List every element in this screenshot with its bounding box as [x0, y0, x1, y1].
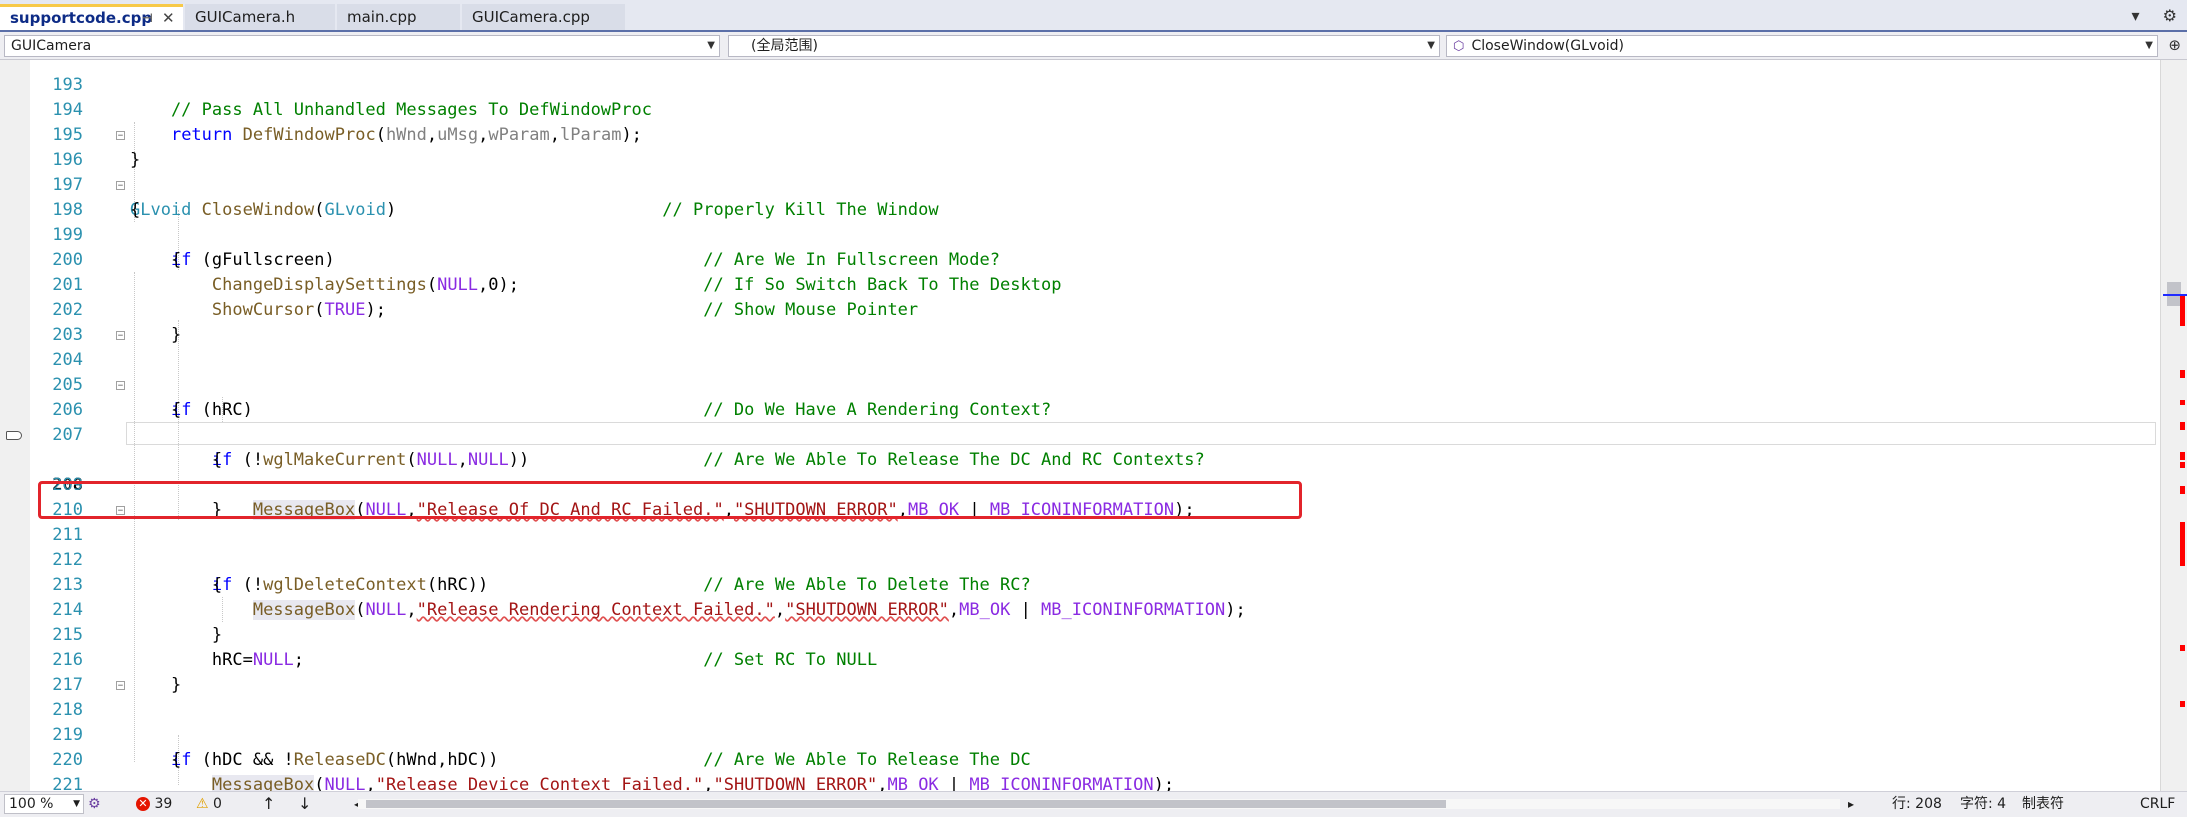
code-line[interactable]: 195 } [0, 98, 2160, 170]
code-line[interactable]: 205 { [0, 348, 2160, 420]
code-line[interactable]: 215 hRC=NULL; // Set RC To NULL [0, 598, 2160, 670]
fold-toggle-icon[interactable]: − [116, 131, 125, 141]
code-line[interactable]: 203 [0, 298, 2160, 345]
code-line[interactable]: 202 } [0, 273, 2160, 345]
current-line-indicator-icon [6, 431, 22, 440]
code-line[interactable]: 197 { [0, 148, 2160, 220]
fold-toggle-icon[interactable]: − [116, 381, 125, 391]
code-line[interactable]: 219 { [0, 698, 2160, 770]
error-marker [2180, 296, 2185, 326]
warning-count[interactable]: ⚠ 0 [196, 792, 222, 816]
tab-strip: supportcode.cpp ⊣ ✕ GUICamera.h main.cpp… [0, 0, 2187, 32]
tab-supportcode-cpp[interactable]: supportcode.cpp ⊣ ✕ [0, 4, 183, 30]
tab-main-cpp[interactable]: main.cpp [337, 4, 460, 30]
chevron-down-icon: ▼ [707, 40, 715, 51]
tab-label: main.cpp [347, 8, 417, 26]
code-line[interactable]: 221 hDC=NULL; // Set DC To NULL [0, 748, 2160, 791]
code-line[interactable]: 216 } [0, 623, 2160, 695]
code-line[interactable]: 214 } [0, 573, 2160, 645]
error-icon: ✕ [136, 797, 150, 811]
code-line[interactable]: 201 ShowCursor(TRUE); // Show Mouse Poin… [0, 248, 2160, 320]
code-line[interactable]: 198 − if (gFullscreen) // Are We In Full… [0, 173, 2160, 270]
warning-count-value: 0 [213, 796, 222, 812]
split-window-icon[interactable]: ⊕ [2168, 36, 2181, 54]
horizontal-scrollbar-thumb[interactable] [366, 800, 1446, 808]
pin-icon[interactable]: ⊣ [142, 7, 153, 29]
warning-icon: ⚠ [196, 796, 209, 812]
line-ending-indicator[interactable]: CRLF [2140, 792, 2175, 816]
code-line[interactable]: 193 // Pass All Unhandled Messages To De… [0, 60, 2160, 120]
error-marker [2180, 422, 2185, 430]
error-marker [2180, 462, 2185, 468]
error-count-value: 39 [154, 796, 173, 812]
error-marker [2180, 452, 2185, 460]
member-dropdown[interactable]: ⬡ CloseWindow(GLvoid) ▼ [1446, 35, 2158, 57]
project-dropdown[interactable]: GUICamera ▼ [4, 35, 720, 57]
error-marker [2180, 400, 2185, 405]
chevron-down-icon: ▼ [73, 799, 80, 809]
navigation-bar: GUICamera ▼ (全局范围) ▼ ⬡ CloseWindow(GLvoi… [0, 32, 2187, 60]
error-marker [2180, 701, 2185, 707]
tab-guicamera-cpp[interactable]: GUICamera.cpp [462, 4, 625, 30]
project-dropdown-value: GUICamera [11, 38, 92, 54]
scope-dropdown-value: (全局范围) [751, 38, 818, 54]
scroll-right-icon[interactable]: ▸ [1848, 792, 1854, 816]
error-count[interactable]: ✕ 39 [136, 792, 172, 816]
zoom-level: 100 % [9, 796, 54, 812]
tab-guicamera-h[interactable]: GUICamera.h [185, 4, 335, 30]
code-line[interactable]: 218 − if (hDC && !ReleaseDC(hWnd,hDC)) /… [0, 673, 2160, 770]
code-line[interactable]: 209 } [0, 448, 2160, 520]
code-line[interactable]: 194 return DefWindowProc(hWnd,uMsg,wPara… [0, 73, 2160, 145]
code-line[interactable]: 212 { [0, 523, 2160, 595]
code-line[interactable]: 199 { [0, 198, 2160, 270]
status-bar: 100 % ▼ ⚙ ✕ 39 ⚠ 0 ↑ ↓ ◂ ▸ 行: 208 字符: 4 … [0, 791, 2187, 817]
tab-label: supportcode.cpp [10, 9, 153, 27]
fold-toggle-icon[interactable]: − [116, 331, 125, 341]
error-marker [2180, 522, 2185, 566]
method-cube-icon: ⬡ [1453, 39, 1465, 54]
next-issue-icon[interactable]: ↓ [298, 792, 311, 816]
tab-list-dropdown-icon[interactable]: ▾ [2132, 6, 2140, 25]
close-icon[interactable]: ✕ [162, 7, 175, 29]
code-line[interactable]: 220 MessageBox(NULL,"Release Device Cont… [0, 723, 2160, 791]
scope-dropdown[interactable]: (全局范围) ▼ [728, 35, 1440, 57]
line-indicator[interactable]: 行: 208 [1892, 792, 1942, 816]
tabbar-actions: ▾ ⚙ [2114, 6, 2177, 25]
chevron-down-icon: ▼ [1427, 40, 1435, 51]
tab-label: GUICamera.cpp [472, 8, 590, 26]
fold-toggle-icon[interactable]: − [116, 181, 125, 191]
error-marker [2180, 370, 2185, 378]
tab-label: GUICamera.h [195, 8, 296, 26]
code-line[interactable]: 200 ChangeDisplaySettings(NULL,0); // If… [0, 223, 2160, 295]
vertical-scrollbar[interactable] [2160, 60, 2187, 791]
code-editor[interactable]: 193 // Pass All Unhandled Messages To De… [0, 60, 2187, 791]
code-line[interactable]: 217 [0, 648, 2160, 695]
fold-toggle-icon[interactable]: − [116, 681, 125, 691]
char-indicator[interactable]: 字符: 4 [1960, 792, 2006, 816]
highlight-annotation-box [38, 481, 1302, 519]
code-line[interactable]: 222 } [0, 773, 2160, 791]
error-marker [2180, 645, 2185, 651]
horizontal-scrollbar[interactable] [358, 799, 1840, 809]
tab-mode-indicator[interactable]: 制表符 [2022, 792, 2064, 816]
code-line-current[interactable]: 208 MessageBox(NULL,"Release Of DC And R… [0, 423, 2160, 520]
chevron-down-icon: ▼ [2145, 40, 2153, 51]
previous-issue-icon[interactable]: ↑ [262, 792, 275, 816]
zoom-dropdown[interactable]: 100 % ▼ [4, 794, 84, 814]
code-line[interactable]: 206 − if (!wglMakeCurrent(NULL,NULL)) //… [0, 373, 2160, 470]
settings-gear-icon[interactable]: ⚙ [2163, 6, 2177, 25]
code-line[interactable]: 196 − GLvoid CloseWindow(GLvoid) // Prop… [0, 123, 2160, 220]
code-line[interactable]: 204 − if (hRC) // Do We Have A Rendering… [0, 323, 2160, 420]
member-dropdown-value: CloseWindow(GLvoid) [1471, 38, 1624, 54]
error-marker [2180, 486, 2185, 494]
code-health-icon[interactable]: ⚙ [88, 792, 101, 816]
code-line[interactable]: 207 { [0, 398, 2160, 470]
code-line[interactable]: 213 MessageBox(NULL,"Release Rendering C… [0, 548, 2160, 620]
